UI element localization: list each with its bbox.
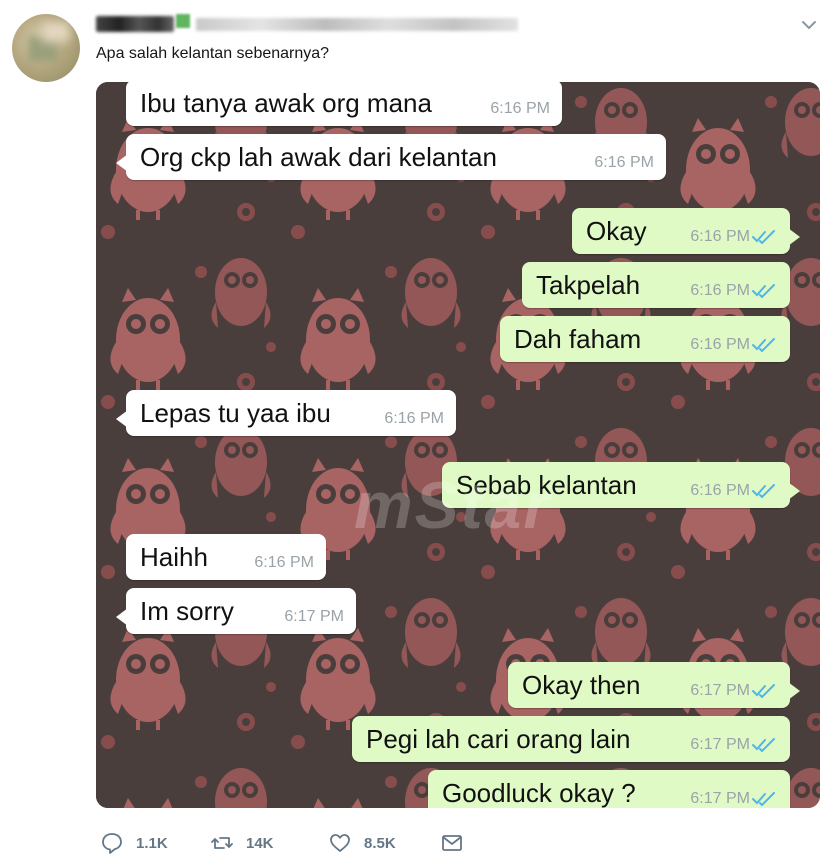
message-bubble-outgoing[interactable]: Takpelah 6:16 PM xyxy=(522,262,790,308)
double-check-icon xyxy=(752,792,775,806)
like-icon xyxy=(330,834,350,852)
message-text: Pegi lah cari orang lain xyxy=(366,723,631,754)
tweet-photo-chat-screenshot[interactable]: Ibu tanya awak org mana 6:16 PM Org ckp … xyxy=(96,82,820,808)
retweet-count: 14K xyxy=(246,834,274,852)
message-text: Takpelah xyxy=(536,269,641,300)
message-time: 6:17 PM xyxy=(690,736,750,753)
bubble-tail xyxy=(116,608,128,626)
bubble-tail xyxy=(116,410,128,428)
message-time: 6:16 PM xyxy=(690,336,750,353)
message-time: 6:16 PM xyxy=(690,282,750,299)
message-bubble-outgoing[interactable]: Okay 6:16 PM xyxy=(572,208,800,254)
message-bubble-incoming[interactable]: Haihh 6:16 PM xyxy=(126,534,326,580)
message-text: Haihh xyxy=(140,541,208,572)
message-text: Im sorry xyxy=(140,595,234,626)
retweet-button[interactable]: 14K xyxy=(210,830,274,856)
message-text: Goodluck okay ? xyxy=(442,777,636,808)
message-time: 6:16 PM xyxy=(490,100,550,117)
redacted-badge xyxy=(176,14,190,28)
like-count: 8.5K xyxy=(364,834,396,852)
retweet-icon xyxy=(211,837,233,849)
message-bubble-incoming[interactable]: Im sorry 6:17 PM xyxy=(116,588,356,634)
bubble-tail xyxy=(788,228,800,246)
message-time: 6:17 PM xyxy=(690,790,750,807)
double-check-icon xyxy=(752,484,775,498)
user-name-handle-redacted[interactable] xyxy=(96,13,518,35)
double-check-icon xyxy=(752,284,775,298)
message-time: 6:16 PM xyxy=(690,482,750,499)
reply-icon xyxy=(102,833,122,854)
direct-message-icon xyxy=(442,835,462,851)
message-time: 6:17 PM xyxy=(690,682,750,699)
bubble-tail xyxy=(788,682,800,700)
double-check-icon xyxy=(752,338,775,352)
message-time: 6:17 PM xyxy=(284,608,344,625)
bubble-tail xyxy=(788,482,800,500)
message-text: Okay then xyxy=(522,669,641,700)
double-check-icon xyxy=(752,230,775,244)
reply-button[interactable]: 1.1K xyxy=(100,830,168,856)
bubble-tail xyxy=(116,154,128,172)
message-bubble-incoming[interactable]: Lepas tu yaa ibu 6:16 PM xyxy=(116,390,456,436)
message-text: Lepas tu yaa ibu xyxy=(140,397,331,428)
message-text: Org ckp lah awak dari kelantan xyxy=(140,141,497,172)
message-bubble-outgoing[interactable]: Goodluck okay ? 6:17 PM xyxy=(428,770,790,808)
message-bubble-outgoing[interactable]: Sebab kelantan 6:16 PM xyxy=(442,462,800,508)
message-text: Dah faham xyxy=(514,323,642,354)
message-bubble-outgoing[interactable]: Dah faham 6:16 PM xyxy=(500,316,790,362)
redacted-display-name xyxy=(96,16,174,32)
message-text: Sebab kelantan xyxy=(456,469,637,500)
message-text: Ibu tanya awak org mana xyxy=(140,87,432,118)
redacted-handle xyxy=(196,18,518,31)
tweet-actions-bar: 1.1K 14K 8.5K xyxy=(96,830,816,856)
message-bubble-incoming[interactable]: Org ckp lah awak dari kelantan 6:16 PM xyxy=(116,134,666,180)
avatar[interactable] xyxy=(12,14,80,82)
like-button[interactable]: 8.5K xyxy=(328,830,396,856)
message-bubble-outgoing[interactable]: Okay then 6:17 PM xyxy=(508,662,800,708)
message-bubble-outgoing[interactable]: Pegi lah cari orang lain 6:17 PM xyxy=(352,716,790,762)
reply-count: 1.1K xyxy=(136,834,168,852)
double-check-icon xyxy=(752,738,775,752)
message-time: 6:16 PM xyxy=(384,410,444,427)
message-time: 6:16 PM xyxy=(254,554,314,571)
message-time: 6:16 PM xyxy=(594,154,654,171)
double-check-icon xyxy=(752,684,775,698)
direct-message-button[interactable] xyxy=(440,830,464,856)
message-time: 6:16 PM xyxy=(690,228,750,245)
caret-down-icon[interactable] xyxy=(798,14,820,36)
message-text: Okay xyxy=(586,215,647,246)
message-bubble-incoming[interactable]: Ibu tanya awak org mana 6:16 PM xyxy=(126,82,562,126)
tweet-text: Apa salah kelantan sebenarnya? xyxy=(96,45,330,62)
